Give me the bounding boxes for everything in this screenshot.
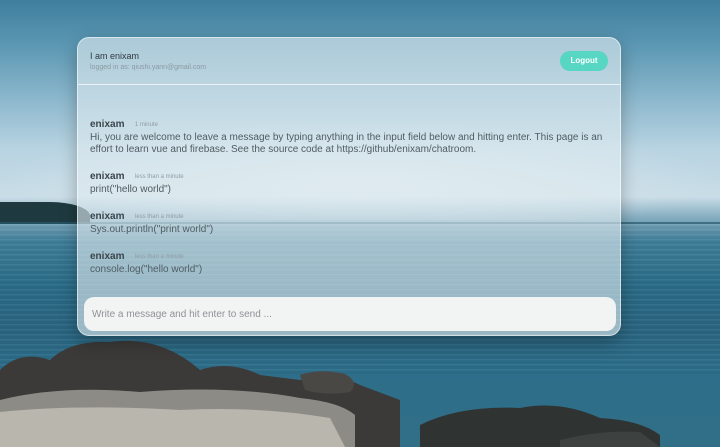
- message-text: console.log("hello world"): [90, 264, 203, 275]
- message-author: enixam: [90, 171, 125, 182]
- message-meta: enixam 1 minute: [90, 114, 610, 130]
- message-time: less than a minute: [134, 254, 184, 260]
- message-time: 1 minute: [134, 122, 158, 128]
- chat-header: I am enixam logged in as: qiushi.yann@gm…: [78, 38, 620, 85]
- list-item: enixam less than a minute print("hello w…: [90, 166, 610, 196]
- message-input[interactable]: [84, 297, 616, 331]
- message-time: less than a minute: [134, 214, 184, 220]
- logout-button[interactable]: Logout: [560, 51, 608, 71]
- message-text: Hi, you are welcome to leave a message b…: [90, 132, 603, 155]
- logged-in-email: logged in as: qiushi.yann@gmail.com: [90, 64, 207, 71]
- message-meta: enixam less than a minute: [90, 166, 610, 182]
- chat-card: I am enixam logged in as: qiushi.yann@gm…: [77, 37, 621, 336]
- message-time: less than a minute: [134, 174, 184, 180]
- background-rocks: [0, 340, 660, 447]
- user-name: I am enixam: [90, 51, 140, 61]
- list-item: enixam less than a minute console.log("h…: [90, 246, 610, 276]
- message-text: Sys.out.println("print world"): [90, 224, 214, 235]
- message-meta: enixam less than a minute: [90, 206, 610, 222]
- list-item: enixam less than a minute Sys.out.printl…: [90, 206, 610, 236]
- message-meta: enixam less than a minute: [90, 246, 610, 262]
- message-author: enixam: [90, 119, 125, 130]
- message-author: enixam: [90, 251, 125, 262]
- message-author: enixam: [90, 211, 125, 222]
- message-text: print("hello world"): [90, 184, 172, 195]
- list-item: enixam 1 minute Hi, you are welcome to l…: [90, 114, 610, 156]
